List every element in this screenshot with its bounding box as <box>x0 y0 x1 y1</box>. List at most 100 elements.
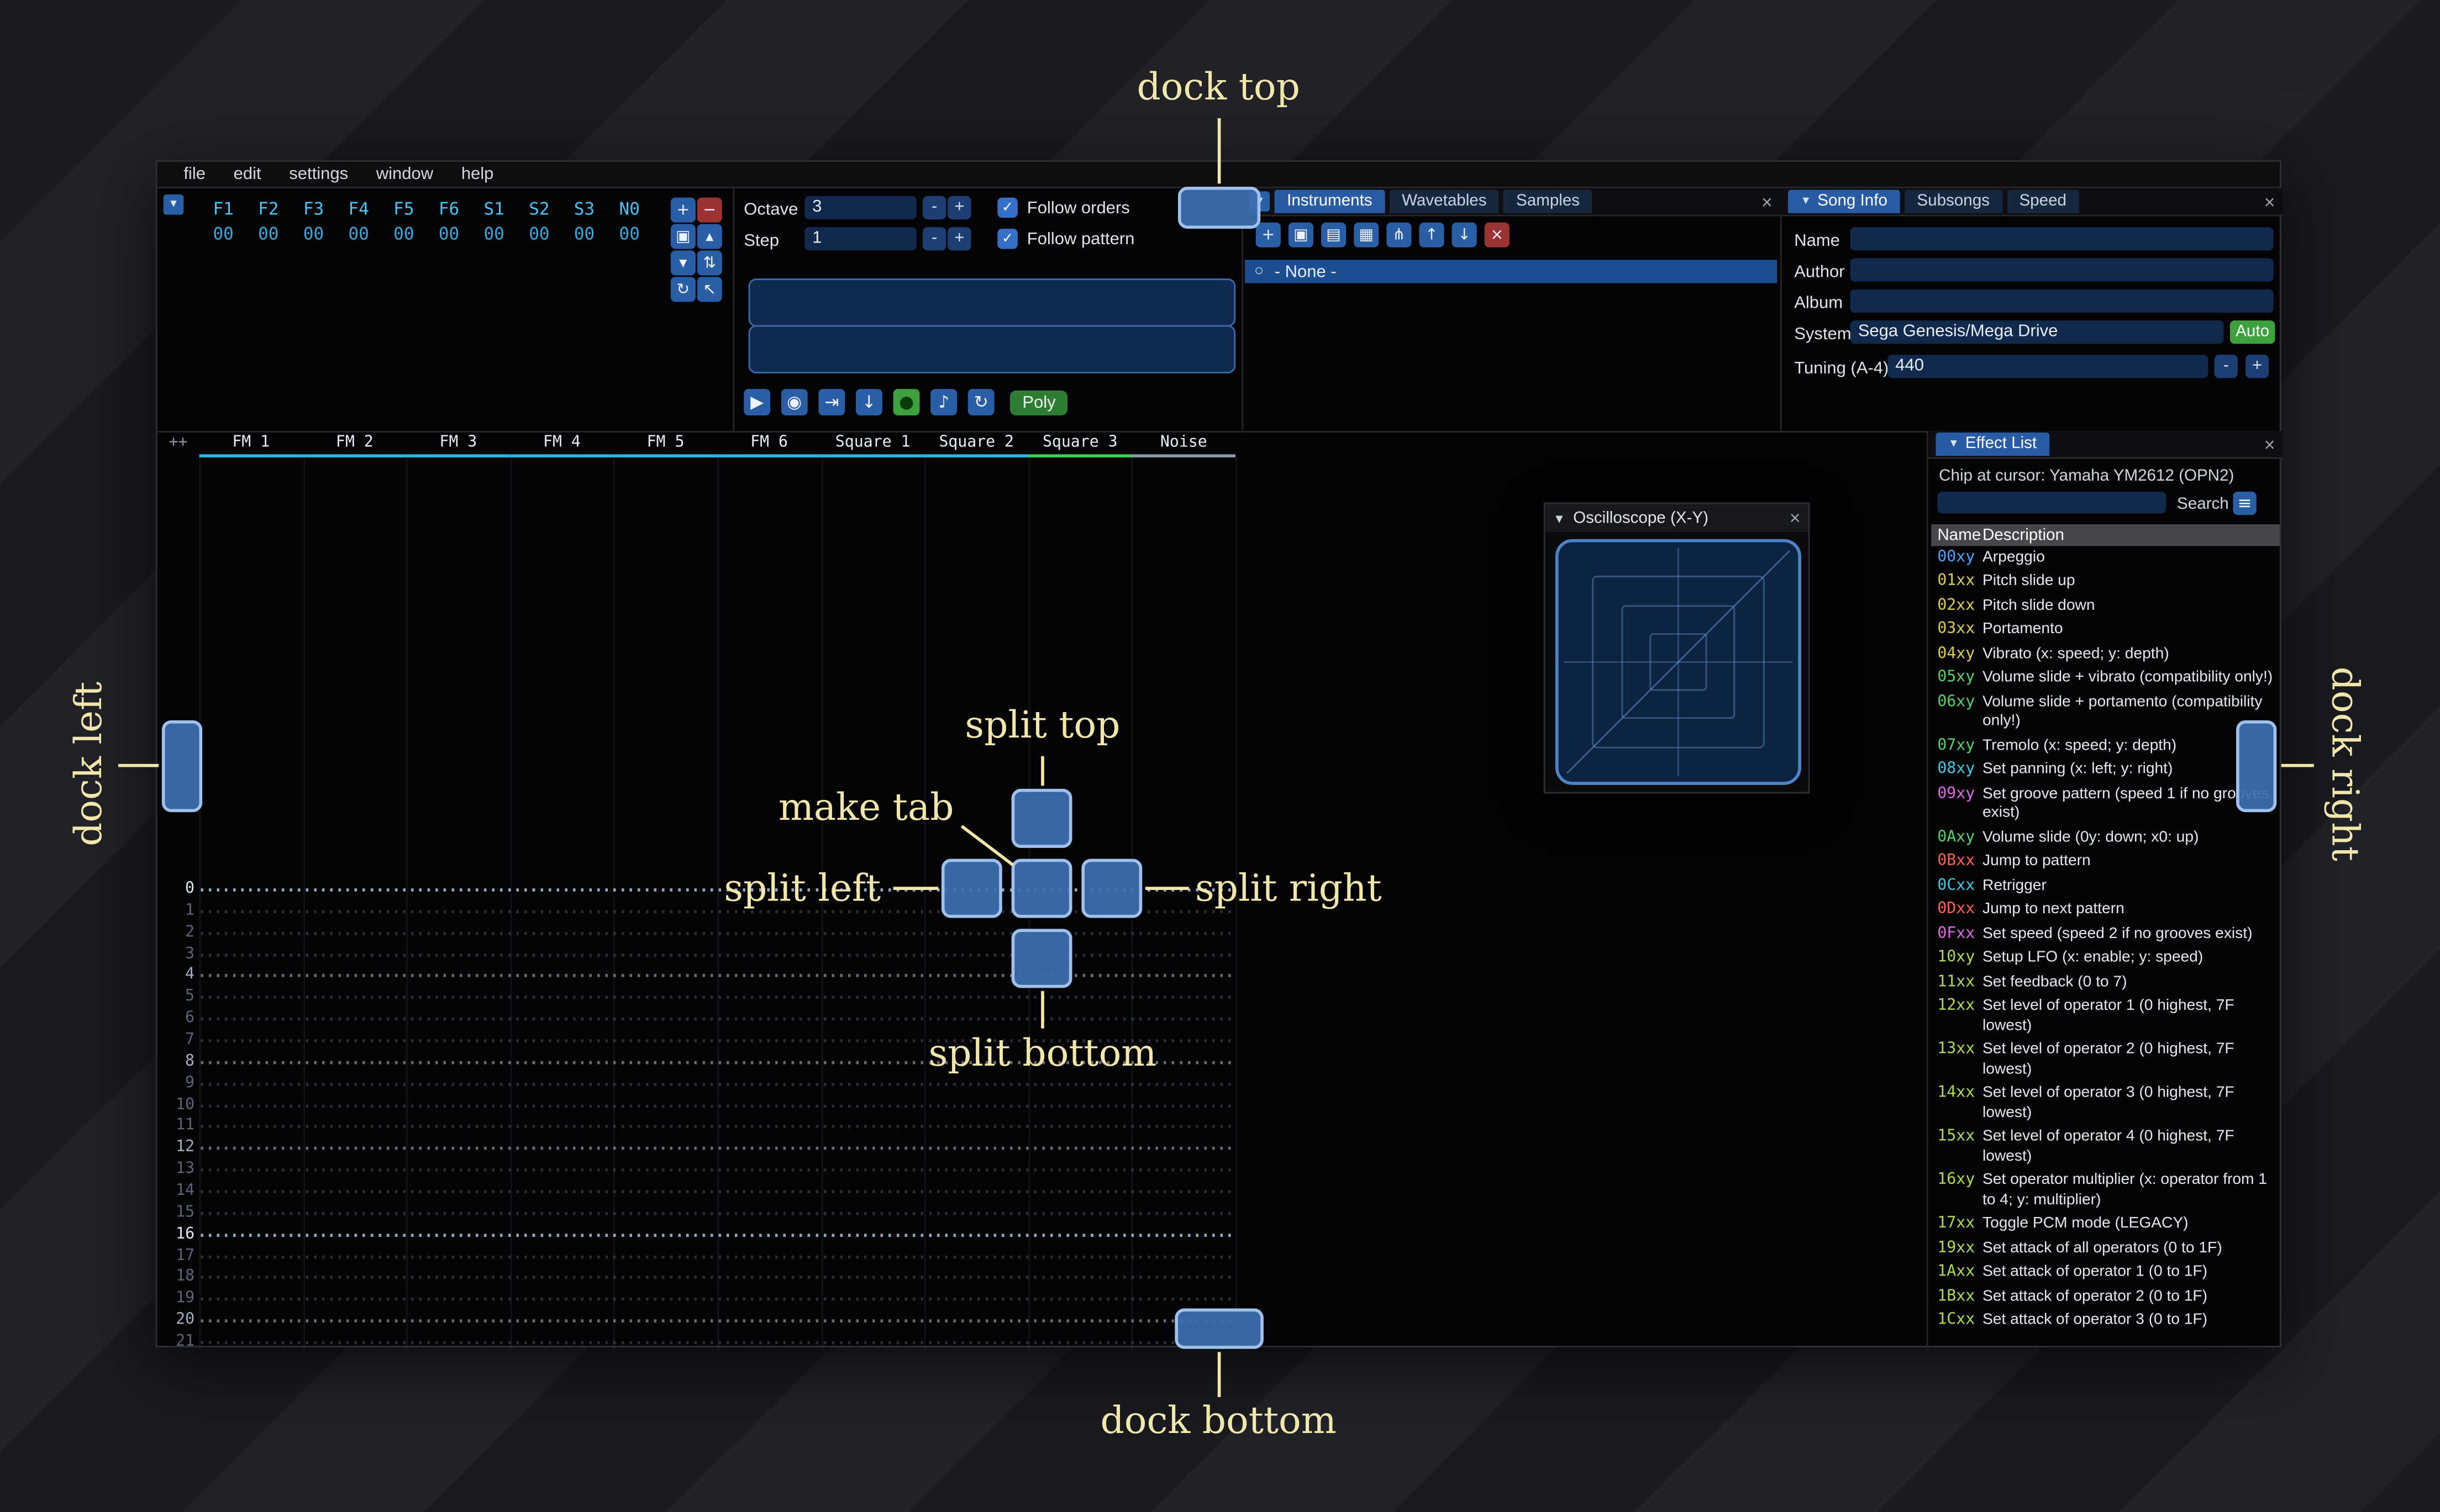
order-cell[interactable]: 00 <box>336 224 381 245</box>
channel-header-fm-6[interactable]: FM 6 <box>717 431 821 457</box>
effect-row-12xx[interactable]: 12xx Set level of operator 1 (0 highest, … <box>1931 995 2283 1039</box>
pattern-row[interactable]: 10 <box>157 1095 1236 1116</box>
dock-target-left[interactable] <box>161 720 203 813</box>
effect-row-1cxx[interactable]: 1Cxx Set attack of operator 3 (0 to 1F) <box>1931 1309 2283 1334</box>
remove-order-button[interactable]: − <box>697 197 722 223</box>
close-icon[interactable]: × <box>1790 509 1801 528</box>
order-edit-mode-button[interactable]: ↖ <box>697 277 722 302</box>
step-input[interactable]: 1 <box>804 227 917 251</box>
pattern-row[interactable]: 18 <box>157 1267 1236 1289</box>
effect-row-08xy[interactable]: 08xy Set panning (x: left; y: right) <box>1931 758 2283 783</box>
pattern-row[interactable]: 11 <box>157 1116 1236 1138</box>
dock-target-bottom[interactable] <box>1175 1308 1264 1349</box>
tuning-minus-button[interactable]: - <box>2214 355 2238 378</box>
duplicate-order-end-button[interactable]: ⇅ <box>697 250 722 276</box>
dock-target-top[interactable] <box>1177 186 1261 229</box>
tuning-input[interactable]: 440 <box>1887 355 2208 378</box>
system-auto-button[interactable]: Auto <box>2229 320 2275 344</box>
pattern-row[interactable]: 4 <box>157 965 1236 987</box>
metronome-button[interactable]: ♪ <box>930 389 958 415</box>
tuning-plus-button[interactable]: + <box>2245 355 2269 378</box>
dock-target-right[interactable] <box>2236 720 2277 813</box>
effect-row-13xx[interactable]: 13xx Set level of operator 2 (0 highest, … <box>1931 1039 2283 1082</box>
step-row-button[interactable]: ↓ <box>855 389 882 415</box>
system-input[interactable]: Sega Genesis/Mega Drive <box>1850 320 2224 344</box>
step-plus-button[interactable]: + <box>948 227 971 251</box>
folder-view-button[interactable]: ⋔ <box>1386 222 1412 247</box>
pattern-row[interactable]: 15 <box>157 1203 1236 1224</box>
edit-toggle-button[interactable]: ● <box>893 389 920 415</box>
effect-row-0axy[interactable]: 0Axy Volume slide (0y: down; x0: up) <box>1931 826 2283 850</box>
menu-item-help[interactable]: help <box>447 165 507 184</box>
order-cell[interactable]: 00 <box>201 224 246 245</box>
effect-row-17xx[interactable]: 17xx Toggle PCM mode (LEGACY) <box>1931 1213 2283 1237</box>
order-cell[interactable]: 00 <box>562 224 607 245</box>
effect-row-02xx[interactable]: 02xx Pitch slide down <box>1931 594 2283 619</box>
order-down-button[interactable]: ▾ <box>670 250 696 276</box>
effect-row-10xy[interactable]: 10xy Setup LFO (x: enable; y: speed) <box>1931 947 2283 971</box>
order-cell[interactable]: 00 <box>381 224 427 245</box>
channel-header-fm-1[interactable]: FM 1 <box>199 431 303 457</box>
close-icon[interactable]: × <box>2264 435 2275 454</box>
tab-wavetables[interactable]: Wavetables <box>1389 189 1500 213</box>
follow-orders-checkbox[interactable]: ✓ Follow orders <box>997 197 1130 218</box>
pattern-row[interactable]: 19 <box>157 1289 1236 1310</box>
split-target-left[interactable] <box>941 858 1002 918</box>
effect-row-14xx[interactable]: 14xx Set level of operator 3 (0 highest, … <box>1931 1082 2283 1126</box>
piano-lower[interactable] <box>748 325 1236 373</box>
pattern-row[interactable]: 20 <box>157 1310 1236 1332</box>
effect-row-09xy[interactable]: 09xy Set groove pattern (speed 1 if no gr… <box>1931 783 2283 826</box>
effect-row-01xx[interactable]: 01xx Pitch slide up <box>1931 570 2283 594</box>
collapse-icon[interactable]: ▼ <box>1948 433 1959 456</box>
channel-header-noise[interactable]: Noise <box>1132 431 1236 457</box>
split-target-bottom[interactable] <box>1011 929 1072 988</box>
pattern-row[interactable]: 9 <box>157 1073 1236 1095</box>
order-cell[interactable]: 00 <box>291 224 336 245</box>
effect-row-05xy[interactable]: 05xy Volume slide + vibrato (compatibilit… <box>1931 667 2283 691</box>
menu-item-settings[interactable]: settings <box>275 165 362 184</box>
pattern-row[interactable]: 17 <box>157 1246 1236 1267</box>
save-instrument-button[interactable]: ▦ <box>1354 222 1379 247</box>
effect-row-1axx[interactable]: 1Axx Set attack of operator 1 (0 to 1F) <box>1931 1261 2283 1286</box>
split-target-right[interactable] <box>1081 858 1143 918</box>
octave-plus-button[interactable]: + <box>948 196 971 220</box>
menu-item-window[interactable]: window <box>362 165 447 184</box>
album-input[interactable] <box>1850 289 2274 313</box>
pattern-row[interactable]: 13 <box>157 1160 1236 1181</box>
channel-header-fm-4[interactable]: FM 4 <box>510 431 614 457</box>
effect-row-0fxx[interactable]: 0Fxx Set speed (speed 2 if no grooves exi… <box>1931 923 2283 947</box>
pattern-row[interactable]: 14 <box>157 1181 1236 1203</box>
pattern-corner[interactable]: ++ <box>160 434 196 451</box>
menu-item-file[interactable]: file <box>170 165 219 184</box>
delete-instrument-button[interactable]: × <box>1484 222 1510 247</box>
tab-song-info[interactable]: ▼ Song Info <box>1787 189 1900 213</box>
effect-row-16xy[interactable]: 16xy Set operator multiplier (x: operator… <box>1931 1169 2283 1213</box>
effect-row-11xx[interactable]: 11xx Set feedback (0 to 7) <box>1931 971 2283 995</box>
octave-minus-button[interactable]: - <box>923 196 946 220</box>
add-order-button[interactable]: + <box>670 197 696 223</box>
channel-header-fm-3[interactable]: FM 3 <box>406 431 511 457</box>
effect-row-07xy[interactable]: 07xy Tremolo (x: speed; y: depth) <box>1931 734 2283 758</box>
instrument-list-item-selected[interactable]: ○ - None - <box>1245 260 1778 283</box>
make-tab-target[interactable] <box>1011 858 1072 918</box>
order-cell[interactable]: 00 <box>471 224 517 245</box>
close-icon[interactable]: × <box>1761 192 1773 211</box>
split-target-top[interactable] <box>1011 788 1072 848</box>
order-cell[interactable]: 00 <box>517 224 562 245</box>
collapse-icon[interactable]: ▼ <box>1800 190 1811 213</box>
duplicate-instrument-button[interactable]: ▣ <box>1288 222 1313 247</box>
effect-search-input[interactable] <box>1937 491 2166 514</box>
pattern-row[interactable]: 12 <box>157 1138 1236 1160</box>
instrument-up-button[interactable]: ↑ <box>1419 222 1444 247</box>
repeat-pattern-button[interactable]: ↻ <box>967 389 995 415</box>
effect-row-19xx[interactable]: 19xx Set attack of all operators (0 to 1F… <box>1931 1237 2283 1261</box>
effect-row-0cxx[interactable]: 0Cxx Retrigger <box>1931 874 2283 899</box>
pattern-row[interactable]: 3 <box>157 944 1236 965</box>
channel-header-fm-5[interactable]: FM 5 <box>613 431 718 457</box>
channel-header-square-1[interactable]: Square 1 <box>821 431 925 457</box>
add-instrument-button[interactable]: + <box>1255 222 1281 247</box>
channel-header-square-2[interactable]: Square 2 <box>924 431 1028 457</box>
poly-toggle-button[interactable]: Poly <box>1009 389 1069 415</box>
menu-item-edit[interactable]: edit <box>219 165 275 184</box>
pattern-row[interactable]: 16 <box>157 1224 1236 1246</box>
